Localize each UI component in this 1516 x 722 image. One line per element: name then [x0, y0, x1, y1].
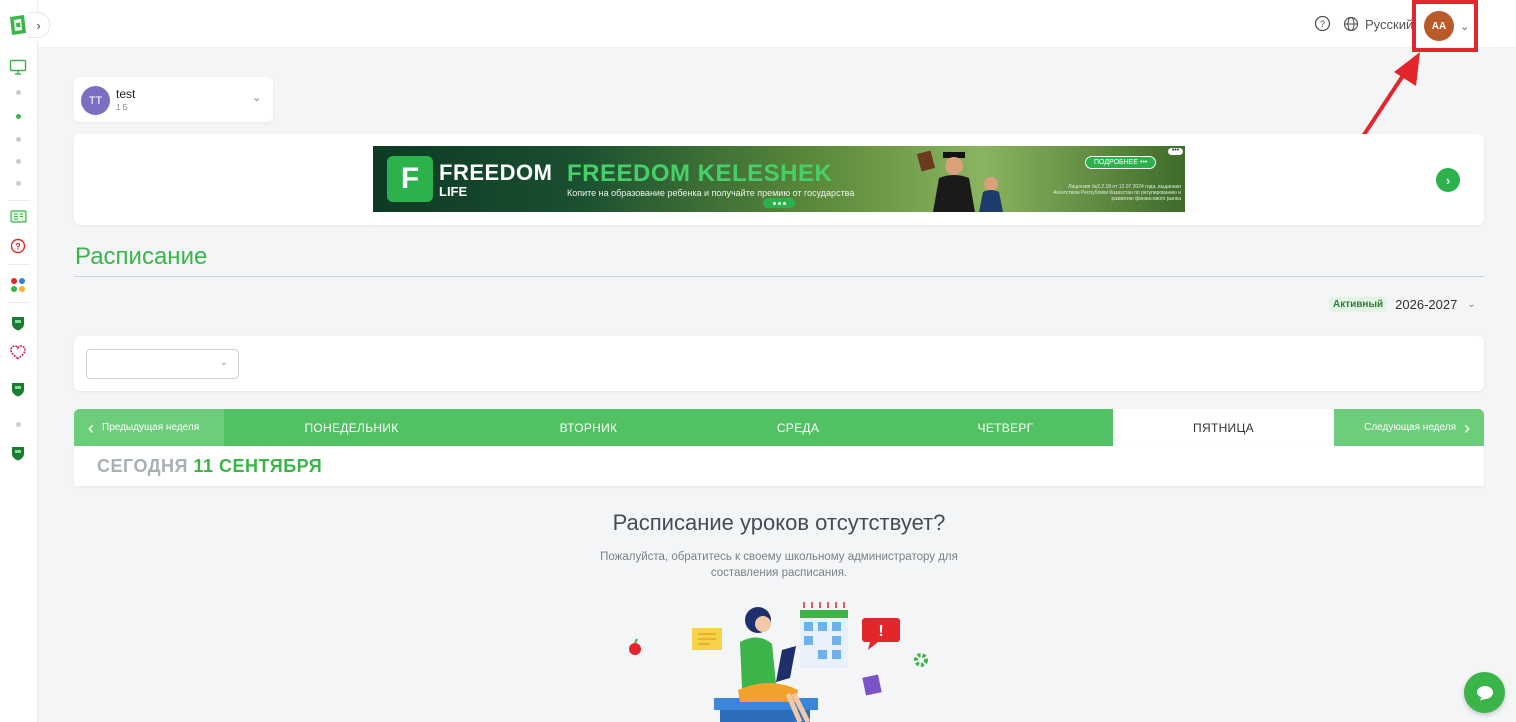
tab-friday[interactable]: ПЯТНИЦА: [1113, 409, 1334, 446]
help-icon[interactable]: ?: [1314, 15, 1331, 32]
previous-week-label: Предыдущая неделя: [102, 422, 200, 433]
student-class: 1 Б: [116, 103, 128, 112]
page-title: Расписание: [75, 243, 208, 270]
ad-banner-card: F FREEDOM LIFE FREEDOM KELESHEK Копите н…: [74, 134, 1484, 225]
chevron-down-icon[interactable]: ⌄: [1460, 20, 1469, 33]
title-divider: [74, 276, 1484, 277]
filter-select[interactable]: ⌄: [86, 349, 239, 379]
language-selector[interactable]: Русский: [1343, 15, 1413, 33]
banner-brand: FREEDOM: [439, 160, 553, 185]
today-date: 11 СЕНТЯБРЯ: [193, 456, 323, 476]
today-label: СЕГОДНЯ 11 СЕНТЯБРЯ: [97, 456, 322, 477]
banner-subtitle: Копите на образование ребенка и получайт…: [567, 188, 855, 198]
next-week-button[interactable]: Следующая неделя ›: [1334, 409, 1484, 446]
academic-year-selector[interactable]: Активный 2026-2027 ⌄: [1329, 295, 1476, 313]
sidebar: ?: [0, 0, 38, 722]
tab-thursday[interactable]: ЧЕТВЕРГ: [898, 409, 1113, 446]
previous-week-button[interactable]: ‹ Предыдущая неделя: [74, 409, 224, 446]
chevron-down-icon: ⌄: [252, 92, 262, 104]
shield-service-icon[interactable]: [9, 314, 27, 332]
year-status-badge: Активный: [1329, 296, 1388, 312]
shield-service-icon[interactable]: [9, 380, 27, 398]
chat-bubble-icon: [1476, 685, 1493, 700]
tab-tuesday[interactable]: ВТОРНИК: [479, 409, 698, 446]
student-avatar: TT: [81, 86, 110, 115]
student-name: test: [116, 87, 136, 101]
student-selector[interactable]: TT test 1 Б ⌄: [74, 77, 273, 122]
banner-legal-text: Лицензия №2.2.18 от 12.07.2024 года, выд…: [1053, 184, 1181, 202]
language-label: Русский: [1365, 16, 1414, 32]
shield-service-icon[interactable]: [9, 444, 27, 462]
chevron-left-icon: ‹: [88, 417, 94, 438]
help-circle-icon[interactable]: ?: [9, 237, 27, 255]
chevron-down-icon: ⌄: [219, 357, 228, 368]
banner-cta-button[interactable]: ПОДРОБНЕЕ •••: [1085, 156, 1157, 169]
sidebar-subitem-dot[interactable]: [16, 159, 21, 164]
banner-brand-sub: LIFE: [439, 184, 468, 199]
sidebar-divider: [8, 264, 30, 265]
sidebar-divider: [8, 200, 30, 201]
top-bar: ? Русский AA ⌄: [38, 0, 1516, 52]
app-logo[interactable]: [8, 14, 28, 36]
next-week-label: Следующая неделя: [1364, 422, 1456, 433]
sidebar-subitem-dot[interactable]: [16, 181, 21, 186]
chat-button[interactable]: [1464, 672, 1505, 713]
user-avatar[interactable]: AA: [1424, 11, 1454, 41]
graduates-image: [916, 150, 1003, 212]
diary-icon[interactable]: [9, 207, 27, 225]
apps-grid-icon[interactable]: [9, 276, 27, 294]
empty-state-text: Пожалуйста, обратитесь к своему школьном…: [600, 551, 958, 580]
freedom-logo-icon: F: [387, 156, 433, 202]
today-prefix: СЕГОДНЯ: [97, 456, 188, 476]
tab-wednesday[interactable]: СРЕДА: [698, 409, 898, 446]
banner-pagination[interactable]: [763, 198, 795, 208]
week-day-tabs: ‹ Предыдущая неделя ПОНЕДЕЛЬНИК ВТОРНИК …: [74, 409, 1484, 446]
globe-icon: [1343, 16, 1359, 32]
year-label: 2026-2027: [1395, 296, 1458, 312]
svg-text:?: ?: [1320, 19, 1325, 29]
chevron-right-icon: ›: [1445, 172, 1451, 188]
monitor-icon[interactable]: [9, 58, 27, 76]
user-menu[interactable]: AA ⌄: [1412, 0, 1478, 52]
empty-state-title: Расписание уроков отсутствует?: [612, 510, 946, 535]
chevron-right-icon: ›: [36, 17, 41, 33]
banner-title: FREEDOM KELESHEK: [567, 160, 833, 187]
sidebar-subitem-dot[interactable]: [16, 422, 21, 427]
svg-text:?: ?: [15, 242, 21, 252]
sidebar-subitem-dot[interactable]: [16, 137, 21, 142]
heart-service-icon[interactable]: [9, 343, 27, 361]
empty-schedule-illustration: !: [629, 602, 928, 722]
more-options-icon[interactable]: •••: [1168, 147, 1183, 155]
filter-card: ⌄: [74, 336, 1484, 391]
sidebar-divider: [8, 302, 30, 303]
today-header: СЕГОДНЯ 11 СЕНТЯБРЯ: [74, 446, 1484, 486]
chevron-right-icon: ›: [1464, 417, 1470, 438]
ad-banner[interactable]: F FREEDOM LIFE FREEDOM KELESHEK Копите н…: [373, 146, 1185, 212]
sidebar-expand-button[interactable]: ›: [28, 12, 50, 38]
tab-monday[interactable]: ПОНЕДЕЛЬНИК: [224, 409, 479, 446]
sidebar-subitem-dot[interactable]: [16, 90, 21, 95]
chevron-down-icon: ⌄: [1467, 298, 1476, 310]
svg-text:!: !: [878, 623, 883, 640]
banner-next-button[interactable]: ›: [1436, 168, 1460, 192]
sidebar-subitem-dot-active[interactable]: [16, 114, 21, 119]
